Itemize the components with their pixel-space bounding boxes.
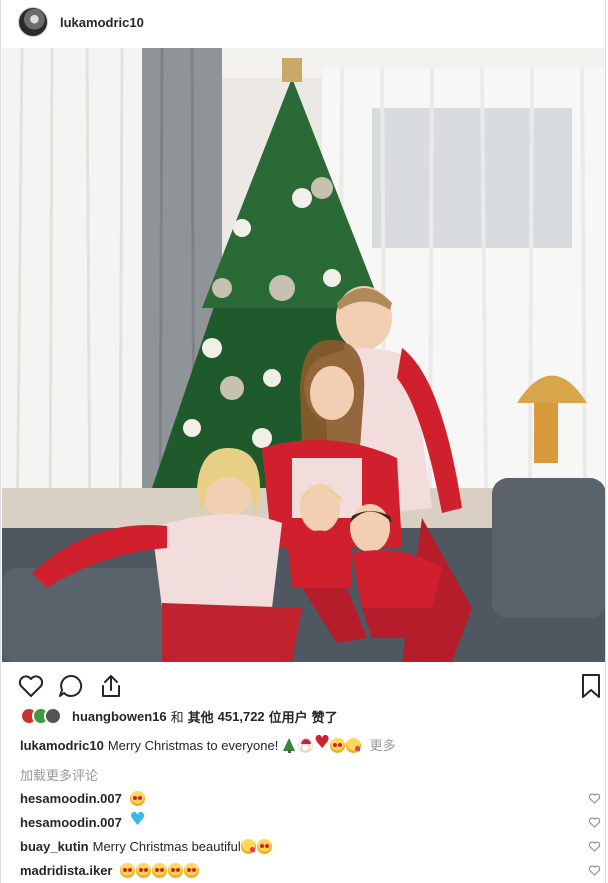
heart-icon[interactable] (17, 672, 45, 700)
comment-username[interactable]: hesamoodin.007 (20, 815, 122, 830)
avatar[interactable] (44, 707, 62, 725)
likes-summary: huangbowen16 和 其他 451,722 位用户 赞了 (20, 705, 338, 727)
family-christmas-photo (2, 48, 605, 662)
liker-avatars[interactable] (20, 707, 62, 725)
instagram-post: lukamodric10 huangbowen16 和 其他 451,722 位… (0, 0, 606, 883)
star-struck-emoji (120, 863, 136, 878)
and-text: 和 (170, 709, 184, 725)
comment-row: buay_kutin Merry Christmas beautiful (20, 838, 605, 856)
likes-count[interactable]: 451,722 (218, 709, 265, 724)
share-icon[interactable] (97, 672, 125, 700)
blue-heart-emoji (130, 811, 146, 830)
comment-row: hesamoodin.007 (20, 790, 605, 808)
star-struck-emoji (329, 738, 345, 753)
comment-row: hesamoodin.007 (20, 811, 605, 832)
comment-like-icon[interactable] (588, 864, 601, 877)
star-struck-emoji (129, 791, 145, 806)
red-heart-emoji (314, 734, 330, 753)
star-struck-emoji (184, 863, 200, 878)
load-more-comments[interactable]: 加载更多评论 (20, 765, 98, 784)
caption-text: Merry Christmas to everyone! (107, 738, 279, 753)
star-struck-emoji (136, 863, 152, 878)
post-header: lukamodric10 (1, 0, 605, 44)
kiss-emoji (240, 839, 256, 854)
star-struck-emoji (256, 839, 272, 854)
post-author-username[interactable]: lukamodric10 (60, 15, 144, 30)
more-link[interactable]: 更多 (370, 738, 396, 753)
bookmark-icon[interactable] (577, 672, 605, 700)
post-photo[interactable] (2, 48, 605, 662)
comment-icon[interactable] (57, 672, 85, 700)
comment-username[interactable]: madridista.iker (20, 863, 113, 878)
comment-row: madridista.iker (20, 862, 605, 880)
comment-like-icon[interactable] (588, 792, 601, 805)
avatar[interactable] (18, 7, 48, 37)
star-struck-emoji (152, 863, 168, 878)
liker-username[interactable]: huangbowen16 (72, 709, 167, 724)
comment-text: Merry Christmas beautiful (92, 839, 241, 854)
caption-username[interactable]: lukamodric10 (20, 738, 104, 753)
comment-like-icon[interactable] (588, 816, 601, 829)
action-bar (1, 668, 605, 708)
comment-username[interactable]: hesamoodin.007 (20, 791, 122, 806)
users-label[interactable]: 位用户 (269, 707, 308, 726)
kiss-emoji (345, 738, 361, 753)
comment-username[interactable]: buay_kutin (20, 839, 89, 854)
santa-emoji (297, 738, 313, 753)
others-label[interactable]: 其他 (188, 707, 214, 726)
christmas-tree-emoji (282, 738, 297, 753)
star-struck-emoji (168, 863, 184, 878)
post-caption: lukamodric10 Merry Christmas to everyone!… (20, 734, 590, 755)
liked-label: 赞了 (311, 709, 338, 725)
comment-like-icon[interactable] (588, 840, 601, 853)
